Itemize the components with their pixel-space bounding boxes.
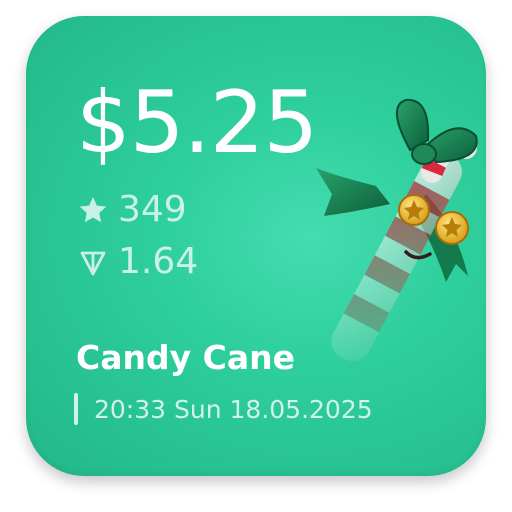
price-label: $5.25 [76, 73, 318, 173]
stars-count: 349 [118, 189, 187, 230]
gift-name: Candy Cane [76, 338, 295, 377]
ton-row: 1.64 [78, 244, 198, 280]
timestamp-divider [74, 393, 78, 425]
ton-diamond-icon [78, 247, 108, 277]
ton-amount: 1.64 [118, 241, 199, 282]
candy-cane-with-ribbon-illustration [316, 98, 478, 362]
stars-row: 349 [78, 192, 187, 228]
star-icon [78, 195, 108, 225]
gift-card[interactable]: $5.25 349 1.64 Candy Cane 20:33 Sun 18.0… [26, 16, 486, 476]
